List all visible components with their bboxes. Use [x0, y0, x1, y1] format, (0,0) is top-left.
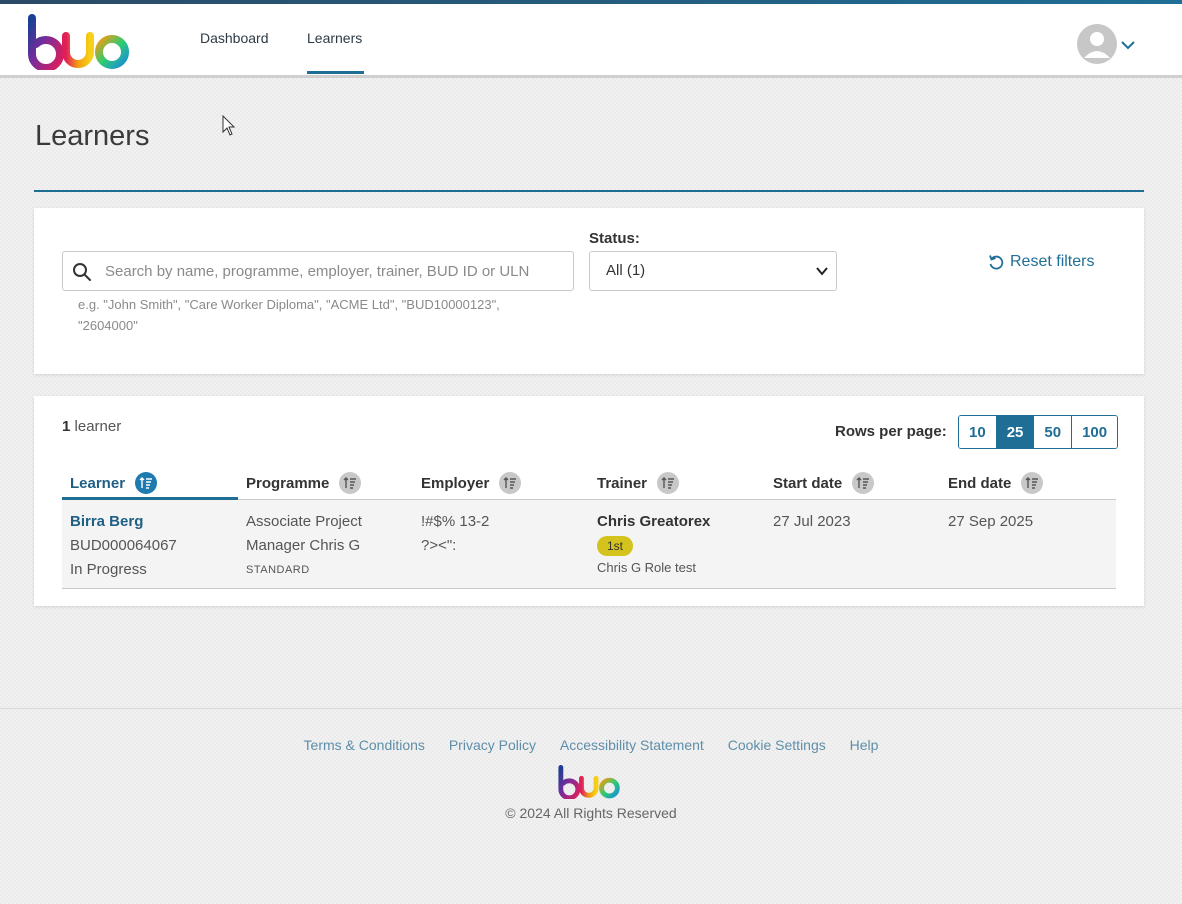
column-header-employer[interactable]: Employer	[421, 472, 522, 494]
trainer-rank-badge: 1st	[597, 536, 634, 556]
search-hint: e.g. "John Smith", "Care Worker Diploma"…	[78, 297, 500, 333]
rows-per-page-25[interactable]: 25	[995, 416, 1034, 448]
result-count-number: 1	[62, 418, 71, 435]
chevron-down-icon	[816, 267, 828, 276]
footer-link-terms[interactable]: Terms & Conditions	[304, 737, 425, 753]
cell-learner: Birra Berg BUD000064067 In Progress	[70, 510, 177, 582]
table-row[interactable]: Birra Berg BUD000064067 In Progress Asso…	[62, 500, 1116, 589]
trainer-name: Chris Greatorex	[597, 513, 711, 530]
column-header-end-date[interactable]: End date	[948, 472, 1044, 494]
status-label: Status:	[589, 230, 640, 247]
footer-link-privacy[interactable]: Privacy Policy	[449, 737, 536, 753]
user-avatar[interactable]	[1077, 24, 1117, 64]
learner-status: In Progress	[70, 561, 147, 578]
copyright: © 2024 All Rights Reserved	[505, 805, 677, 821]
column-label: Programme	[246, 474, 330, 492]
learner-name-link[interactable]: Birra Berg	[70, 510, 177, 534]
nav-dashboard[interactable]: Dashboard	[200, 30, 269, 46]
reset-icon	[989, 255, 1004, 270]
column-label: Trainer	[597, 474, 648, 492]
column-label: Employer	[421, 474, 490, 492]
status-selected-value: All (1)	[606, 262, 646, 279]
cell-programme: Associate Project Manager Chris G STANDA…	[246, 510, 362, 582]
user-icon	[1084, 32, 1110, 58]
learner-id: BUD000064067	[70, 537, 177, 554]
sort-icon[interactable]	[339, 472, 362, 494]
rows-per-page-100[interactable]: 100	[1071, 416, 1118, 448]
page-title: Learners	[35, 120, 150, 152]
employer-name-line2: ?><":	[421, 537, 457, 554]
page-footer: Terms & Conditions Privacy Policy Access…	[0, 708, 1182, 904]
cell-start-date: 27 Jul 2023	[773, 513, 851, 530]
footer-link-accessibility[interactable]: Accessibility Statement	[560, 737, 704, 753]
programme-name-line1: Associate Project	[246, 513, 362, 530]
cell-employer: !#$% 13-2 ?><":	[421, 510, 489, 558]
column-header-start-date[interactable]: Start date	[773, 472, 875, 494]
column-header-programme[interactable]: Programme	[246, 472, 362, 494]
reset-filters-label: Reset filters	[1010, 253, 1095, 270]
programme-type: STANDARD	[246, 564, 310, 576]
search-box[interactable]	[62, 251, 574, 291]
mouse-cursor-icon	[222, 115, 236, 136]
bud-logo[interactable]	[24, 14, 136, 70]
rows-per-page-50[interactable]: 50	[1033, 416, 1072, 448]
search-icon	[73, 263, 91, 281]
sort-icon[interactable]	[135, 472, 158, 494]
top-navigation-bar: Dashboard Learners	[0, 4, 1182, 78]
nav-active-indicator	[307, 71, 364, 74]
table-header: Learner Programme Employer Trainer Start…	[62, 460, 1116, 500]
sort-icon[interactable]	[499, 472, 522, 494]
column-label: Learner	[70, 474, 126, 492]
cell-trainer: Chris Greatorex 1st Chris G Role test	[597, 510, 710, 578]
sort-icon[interactable]	[852, 472, 875, 494]
footer-link-help[interactable]: Help	[850, 737, 879, 753]
title-divider	[34, 190, 1144, 192]
trainer-role: Chris G Role test	[597, 560, 696, 575]
reset-filters-button[interactable]: Reset filters	[988, 253, 1094, 271]
cell-end-date: 27 Sep 2025	[948, 513, 1034, 530]
sort-icon[interactable]	[1021, 472, 1044, 494]
status-select[interactable]: All (1)	[589, 251, 837, 291]
footer-links: Terms & Conditions Privacy Policy Access…	[0, 737, 1182, 753]
rows-per-page-10[interactable]: 10	[959, 416, 996, 448]
column-label: Start date	[773, 474, 843, 492]
nav-learners[interactable]: Learners	[307, 30, 362, 46]
result-count-label: learner	[74, 418, 122, 435]
sort-icon[interactable]	[657, 472, 680, 494]
search-input[interactable]	[105, 252, 565, 290]
rows-per-page-label: Rows per page:	[835, 423, 947, 440]
employer-name-line1: !#$% 13-2	[421, 513, 490, 530]
programme-name-line2: Manager Chris G	[246, 537, 361, 554]
learners-table: Learner Programme Employer Trainer Start…	[62, 460, 1116, 589]
chevron-down-icon[interactable]	[1121, 40, 1135, 50]
filters-panel: e.g. "John Smith", "Care Worker Diploma"…	[34, 208, 1144, 374]
column-header-trainer[interactable]: Trainer	[597, 472, 680, 494]
footer-bud-logo	[558, 765, 620, 799]
footer-link-cookies[interactable]: Cookie Settings	[728, 737, 826, 753]
result-count: 1 learner	[62, 418, 121, 435]
column-header-learner[interactable]: Learner	[70, 472, 158, 494]
results-panel: 1 learner Rows per page: 10 25 50 100 Le…	[34, 396, 1144, 606]
rows-per-page-selector: 10 25 50 100	[958, 415, 1119, 449]
column-label: End date	[948, 474, 1012, 492]
